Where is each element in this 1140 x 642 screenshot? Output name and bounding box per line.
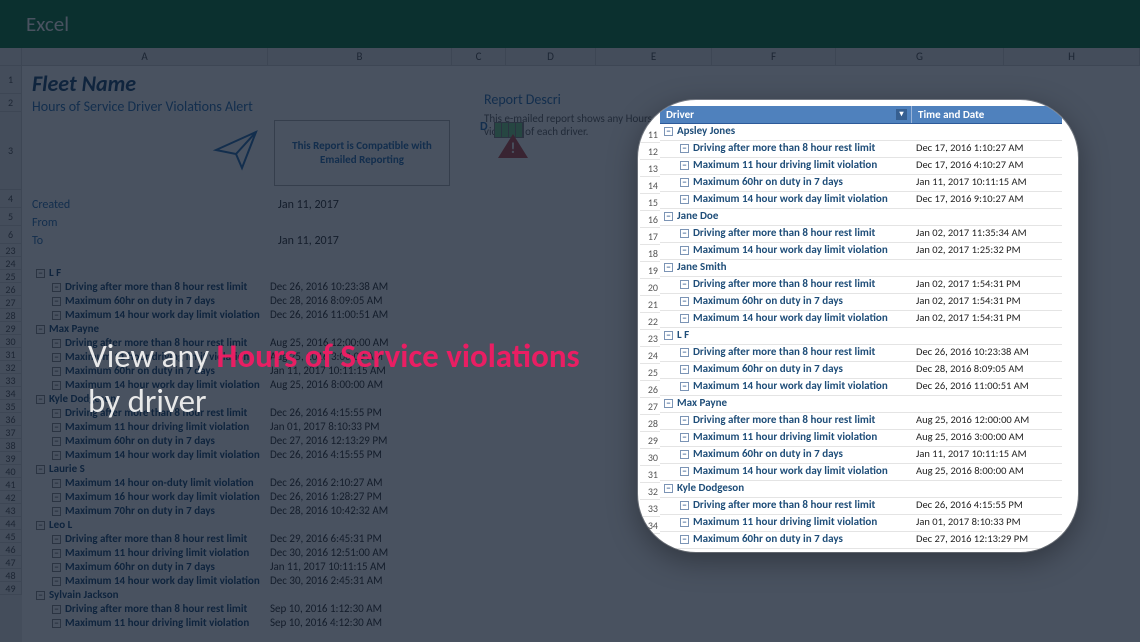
- row-header[interactable]: 32: [640, 483, 660, 500]
- filter-dropdown-icon[interactable]: ▾: [896, 109, 907, 120]
- table-row: −Maximum 14 hour work day limit violatio…: [660, 379, 1062, 396]
- table-row: −Maximum 60hr on duty in 7 daysDec 28, 2…: [660, 362, 1062, 379]
- table-row: −Maximum 11 hour driving limit violation…: [660, 515, 1062, 532]
- table-row: −Apsley Jones: [660, 124, 1062, 141]
- table-row: −Driving after more than 8 hour rest lim…: [660, 277, 1062, 294]
- highlight-bubble: 1112131415161718192021222324252627282930…: [638, 100, 1078, 552]
- collapse-icon[interactable]: −: [680, 535, 689, 544]
- table-row: −Maximum 11 hour driving limit violation…: [660, 158, 1062, 175]
- row-header[interactable]: 35: [640, 534, 660, 551]
- collapse-icon[interactable]: −: [680, 229, 689, 238]
- row-header[interactable]: 25: [640, 364, 660, 381]
- table-row: −Jane Smith: [660, 260, 1062, 277]
- collapse-icon[interactable]: −: [680, 518, 689, 527]
- row-header[interactable]: 21: [640, 296, 660, 313]
- row-header[interactable]: 18: [640, 245, 660, 262]
- collapse-icon[interactable]: −: [680, 467, 689, 476]
- row-header[interactable]: 23: [640, 330, 660, 347]
- row-header[interactable]: 22: [640, 313, 660, 330]
- table-row: −Maximum 14 hour work day limit violatio…: [660, 464, 1062, 481]
- collapse-icon[interactable]: −: [680, 348, 689, 357]
- row-header[interactable]: 12: [640, 143, 660, 160]
- row-header[interactable]: 14: [640, 177, 660, 194]
- th-time[interactable]: Time and Date: [912, 106, 1062, 123]
- row-header[interactable]: 20: [640, 279, 660, 296]
- row-header[interactable]: 34: [640, 517, 660, 534]
- collapse-icon[interactable]: −: [680, 195, 689, 204]
- table-row: −Maximum 60hr on duty in 7 daysJan 02, 2…: [660, 294, 1062, 311]
- collapse-icon[interactable]: −: [680, 161, 689, 170]
- table-row: −Driving after more than 8 hour rest lim…: [660, 498, 1062, 515]
- row-header[interactable]: 11: [640, 126, 660, 143]
- row-header[interactable]: 28: [640, 415, 660, 432]
- collapse-icon[interactable]: −: [680, 382, 689, 391]
- table-row: −L F: [660, 328, 1062, 345]
- th-driver[interactable]: Driver▾: [660, 106, 912, 123]
- row-header[interactable]: 15: [640, 194, 660, 211]
- table-row: −Jane Doe: [660, 209, 1062, 226]
- table-header: Driver▾ Time and Date: [660, 106, 1062, 124]
- table-body: −Apsley Jones−Driving after more than 8 …: [660, 124, 1062, 549]
- row-header[interactable]: 26: [640, 381, 660, 398]
- table-row: −Maximum 14 hour work day limit violatio…: [660, 311, 1062, 328]
- table-row: −Maximum 14 hour work day limit violatio…: [660, 243, 1062, 260]
- row-header[interactable]: 17: [640, 228, 660, 245]
- table-row: −Maximum 14 hour work day limit violatio…: [660, 192, 1062, 209]
- collapse-icon[interactable]: −: [680, 297, 689, 306]
- row-header[interactable]: 13: [640, 160, 660, 177]
- collapse-icon[interactable]: −: [664, 263, 673, 272]
- collapse-icon[interactable]: −: [680, 365, 689, 374]
- table-row: −Driving after more than 8 hour rest lim…: [660, 141, 1062, 158]
- caption-accent: Hours of Service violations: [217, 336, 580, 376]
- table-row: −Kyle Dodgeson: [660, 481, 1062, 498]
- collapse-icon[interactable]: −: [664, 212, 673, 221]
- collapse-icon[interactable]: −: [680, 144, 689, 153]
- violations-table: Driver▾ Time and Date −Apsley Jones−Driv…: [660, 106, 1062, 549]
- row-header[interactable]: 30: [640, 449, 660, 466]
- collapse-icon[interactable]: −: [680, 314, 689, 323]
- collapse-icon[interactable]: −: [680, 280, 689, 289]
- collapse-icon[interactable]: −: [664, 127, 673, 136]
- bubble-row-numbers: 1112131415161718192021222324252627282930…: [640, 126, 660, 544]
- row-header[interactable]: 29: [640, 432, 660, 449]
- collapse-icon[interactable]: −: [680, 450, 689, 459]
- collapse-icon[interactable]: −: [664, 399, 673, 408]
- table-row: −Driving after more than 8 hour rest lim…: [660, 413, 1062, 430]
- row-header[interactable]: 16: [640, 211, 660, 228]
- caption-pre: View any: [88, 336, 217, 376]
- collapse-icon[interactable]: −: [680, 501, 689, 510]
- table-row: −Maximum 11 hour driving limit violation…: [660, 430, 1062, 447]
- caption: View any Hours of Service violations by …: [88, 334, 608, 423]
- table-row: −Maximum 60hr on duty in 7 daysJan 11, 2…: [660, 447, 1062, 464]
- caption-post: by driver: [88, 381, 207, 421]
- collapse-icon[interactable]: −: [680, 178, 689, 187]
- table-row: −Driving after more than 8 hour rest lim…: [660, 226, 1062, 243]
- collapse-icon[interactable]: −: [680, 246, 689, 255]
- row-header[interactable]: 33: [640, 500, 660, 517]
- table-row: −Maximum 60hr on duty in 7 daysDec 27, 2…: [660, 532, 1062, 549]
- row-header[interactable]: 19: [640, 262, 660, 279]
- collapse-icon[interactable]: −: [680, 433, 689, 442]
- row-header[interactable]: 31: [640, 466, 660, 483]
- table-row: −Driving after more than 8 hour rest lim…: [660, 345, 1062, 362]
- row-header[interactable]: 27: [640, 398, 660, 415]
- collapse-icon[interactable]: −: [664, 484, 673, 493]
- row-header[interactable]: 24: [640, 347, 660, 364]
- collapse-icon[interactable]: −: [664, 331, 673, 340]
- table-row: −Max Payne: [660, 396, 1062, 413]
- collapse-icon[interactable]: −: [680, 416, 689, 425]
- table-row: −Maximum 60hr on duty in 7 daysJan 11, 2…: [660, 175, 1062, 192]
